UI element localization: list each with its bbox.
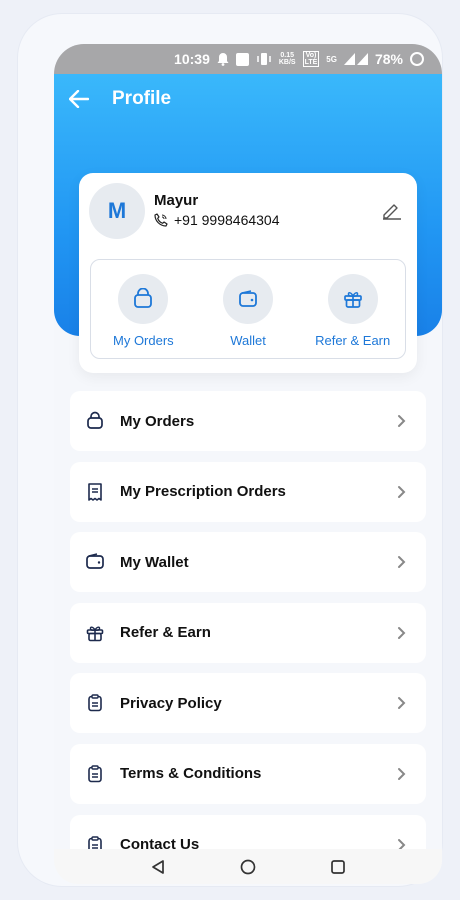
signal-icon (343, 53, 368, 65)
clipboard-icon (84, 763, 106, 785)
vibrate-icon (257, 53, 271, 65)
battery-icon (410, 52, 424, 66)
app-notification-icon (235, 52, 249, 66)
battery-percent: 78% (374, 51, 403, 67)
bag-icon (134, 288, 153, 308)
back-button[interactable] (54, 74, 104, 124)
phone-icon (154, 213, 168, 227)
quick-icon-circle (327, 274, 378, 324)
quick-icon-circle (118, 274, 169, 324)
profile-card: M Mayur +91 9998464304 My Orders Wallet … (79, 173, 417, 373)
arrow-left-icon (69, 90, 89, 108)
net-speed: 0.15 KB/S (278, 52, 296, 66)
nav-back-button[interactable] (148, 857, 168, 877)
system-nav-bar (54, 849, 442, 884)
circle-home-icon (240, 859, 256, 874)
square-recents-icon (331, 859, 345, 874)
chevron-right-icon (398, 767, 406, 780)
menu-label: My Orders (120, 412, 195, 430)
quick-label: Refer & Earn (315, 333, 391, 348)
avatar: M (89, 183, 145, 239)
quick-refer-earn[interactable]: Refer & Earn (300, 260, 405, 358)
network-type: 5G (326, 54, 337, 64)
device-frame: 10:39 0.15 KB/S Vo) LTE 5G 78% Profile M M… (18, 14, 442, 886)
user-phone: +91 9998464304 (174, 212, 280, 228)
quick-my-orders[interactable]: My Orders (91, 260, 196, 358)
status-bar: 10:39 0.15 KB/S Vo) LTE 5G 78% (54, 44, 442, 74)
chevron-right-icon (398, 626, 406, 639)
status-time: 10:39 (174, 51, 210, 67)
nav-home-button[interactable] (238, 857, 258, 877)
bag-icon (84, 410, 106, 432)
volte-indicator: Vo) LTE (302, 51, 320, 67)
triangle-back-icon (152, 859, 164, 874)
menu-label: Privacy Policy (120, 694, 222, 712)
user-name: Mayur (154, 192, 199, 209)
pencil-icon (383, 204, 401, 220)
notification-bell-icon (217, 53, 229, 66)
menu-label: Refer & Earn (120, 624, 211, 642)
quick-label: Wallet (230, 333, 266, 348)
menu-my-wallet[interactable]: My Wallet (70, 532, 426, 593)
quick-icon-circle (223, 274, 273, 324)
chevron-right-icon (398, 485, 406, 498)
gift-icon (343, 292, 362, 308)
chevron-right-icon (398, 697, 406, 710)
wallet-icon (239, 290, 257, 307)
menu-refer-earn[interactable]: Refer & Earn (70, 602, 426, 663)
page-title: Profile (112, 88, 172, 109)
clipboard-icon (84, 692, 106, 714)
profile-menu: My Orders My Prescription Orders My Wall… (70, 391, 426, 884)
wallet-icon (84, 551, 106, 573)
receipt-icon (84, 481, 106, 503)
menu-label: My Wallet (120, 553, 189, 571)
menu-privacy-policy[interactable]: Privacy Policy (70, 673, 426, 734)
edit-profile-button[interactable] (381, 199, 403, 221)
menu-terms-conditions[interactable]: Terms & Conditions (70, 743, 426, 804)
top-bar: Profile (54, 74, 442, 124)
quick-actions: My Orders Wallet Refer & Earn (90, 259, 406, 359)
menu-prescription-orders[interactable]: My Prescription Orders (70, 461, 426, 522)
quick-wallet[interactable]: Wallet (196, 260, 301, 358)
chevron-right-icon (398, 415, 406, 427)
phone-screen: 10:39 0.15 KB/S Vo) LTE 5G 78% Profile M M… (54, 44, 442, 884)
user-phone-row: +91 9998464304 (154, 212, 280, 228)
menu-label: Terms & Conditions (120, 765, 262, 783)
menu-my-orders[interactable]: My Orders (70, 391, 426, 451)
chevron-right-icon (398, 556, 406, 569)
gift-icon (84, 622, 106, 644)
menu-label: My Prescription Orders (120, 483, 286, 501)
nav-recents-button[interactable] (328, 857, 348, 877)
quick-label: My Orders (113, 333, 174, 348)
